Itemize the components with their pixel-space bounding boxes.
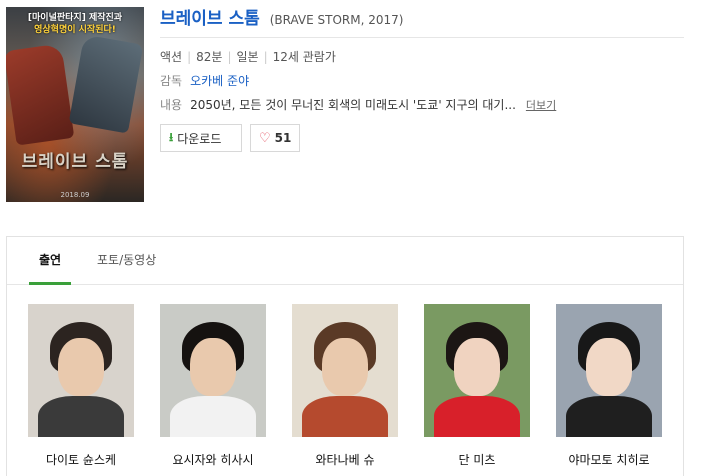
cast-member[interactable]: 다이토 슌스케 — [28, 304, 134, 468]
country: 일본 — [236, 50, 259, 64]
cast-photo[interactable] — [28, 304, 134, 437]
cast-photo[interactable] — [424, 304, 530, 437]
body-shape — [170, 396, 256, 437]
movie-title[interactable]: 브레이브 스톰 (BRAVE STORM, 2017) — [160, 4, 403, 29]
more-link[interactable]: 더보기 — [526, 99, 556, 112]
face-shape — [190, 338, 236, 396]
download-button[interactable]: ⭳ 다운로드 — [160, 124, 242, 152]
face-shape — [454, 338, 500, 396]
face-shape — [586, 338, 632, 396]
cast-photo[interactable] — [556, 304, 662, 437]
director-row: 감독 오카베 준야 — [160, 72, 249, 89]
cast-name[interactable]: 와타나베 슈 — [292, 451, 398, 468]
body-shape — [434, 396, 520, 437]
movie-subtitle: (BRAVE STORM, 2017) — [269, 13, 404, 27]
plot-label: 내용 — [160, 98, 183, 112]
tab-cast[interactable]: 출연 — [29, 237, 71, 285]
cast-member[interactable]: 요시자와 히사시 — [160, 304, 266, 468]
director-link[interactable]: 오카베 준야 — [190, 74, 249, 88]
age-rating: 12세 관람가 — [272, 50, 336, 64]
poster-date: 2018.09 — [60, 191, 90, 199]
poster-tagline-line2: 영상혁명이 시작된다! — [34, 25, 116, 35]
like-count: 51 — [274, 131, 292, 145]
body-shape — [302, 396, 388, 437]
face-shape — [58, 338, 104, 396]
runtime: 82분 — [196, 50, 223, 64]
download-icon: ⭳ — [169, 129, 174, 144]
tab-bar: 출연 포토/동영상 — [7, 237, 683, 285]
cast-name[interactable]: 단 미츠 — [424, 451, 530, 468]
cast-name[interactable]: 다이토 슌스케 — [28, 451, 134, 468]
tab-photo-video[interactable]: 포토/동영상 — [97, 237, 156, 285]
meta-separator: | — [187, 50, 192, 64]
like-button[interactable]: ♡ 51 — [250, 124, 300, 152]
download-label: 다운로드 — [177, 131, 222, 146]
title-divider — [160, 37, 684, 38]
face-shape — [322, 338, 368, 396]
cast-name[interactable]: 요시자와 히사시 — [160, 451, 266, 468]
cast-name[interactable]: 야마모토 치히로 — [556, 451, 662, 468]
cast-photo[interactable] — [292, 304, 398, 437]
body-shape — [38, 396, 124, 437]
cast-member[interactable]: 단 미츠 — [424, 304, 530, 468]
poster-tagline: [마이널판타지] 제작진과 영상혁명이 시작된다! — [14, 12, 136, 36]
meta-separator: | — [263, 50, 268, 64]
genre: 액션 — [160, 50, 183, 64]
movie-poster[interactable]: [마이널판타지] 제작진과 영상혁명이 시작된다! 브레이브 스톰 2018.0… — [6, 7, 144, 202]
director-label: 감독 — [160, 74, 183, 88]
plot-row: 내용 2050년, 모든 것이 무너진 회색의 미래도시 '도쿄' 지구의 대기.… — [160, 96, 556, 113]
cast-photo[interactable] — [160, 304, 266, 437]
plot-text: 2050년, 모든 것이 무너진 회색의 미래도시 '도쿄' 지구의 대기... — [190, 98, 516, 112]
movie-meta: 액션 | 82분 | 일본 | 12세 관람가 — [160, 48, 336, 65]
heart-icon: ♡ — [259, 130, 271, 146]
body-shape — [566, 396, 652, 437]
cast-member[interactable]: 와타나베 슈 — [292, 304, 398, 468]
meta-separator: | — [227, 50, 232, 64]
poster-title-art: 브레이브 스톰 — [21, 152, 129, 172]
cast-member[interactable]: 야마모토 치히로 — [556, 304, 662, 468]
poster-tagline-line1: [마이널판타지] 제작진과 — [27, 13, 123, 23]
movie-title-text[interactable]: 브레이브 스톰 — [160, 9, 260, 29]
